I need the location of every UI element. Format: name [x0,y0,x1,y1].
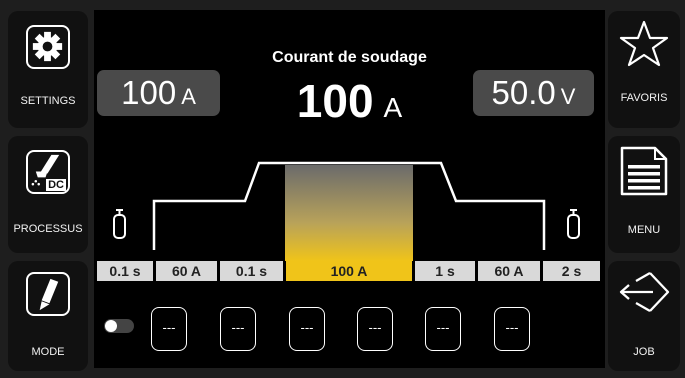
job-slot-1[interactable]: --- [151,307,187,351]
star-icon [619,20,669,67]
pre-gas-icon [113,209,126,239]
job-label: JOB [633,346,655,358]
segment-downslope[interactable]: 1 s [415,261,475,281]
mode-label: MODE [31,346,65,358]
post-gas-icon [567,209,580,239]
settings-button[interactable]: SETTINGS [8,11,88,128]
job-slot-4[interactable]: --- [357,307,393,351]
segment-welding-current[interactable]: 100 A [286,261,412,281]
job-button[interactable]: JOB [608,261,680,371]
segment-start-current[interactable]: 60 A [156,261,217,281]
job-slot-2[interactable]: --- [220,307,256,351]
main-display: 100 A Courant de soudage 100 A 50.0 V 0.… [94,10,605,368]
mode-button[interactable]: MODE [8,261,88,371]
trigger-icon [26,272,70,316]
active-segment-highlight [285,165,413,261]
menu-button[interactable]: MENU [608,136,680,253]
torch-icon: DC [26,150,70,194]
segment-post-gas[interactable]: 2 s [543,261,600,281]
process-button[interactable]: DC PROCESSUS [8,136,88,253]
dc-badge: DC [46,179,66,191]
menu-label: MENU [627,224,661,236]
job-slot-6[interactable]: --- [494,307,530,351]
toggle-knob [105,320,117,332]
favorites-button[interactable]: FAVORIS [608,11,680,128]
segment-upslope[interactable]: 0.1 s [220,261,283,281]
process-label: PROCESSUS [13,223,83,235]
job-slot-3[interactable]: --- [289,307,325,351]
job-slot-5[interactable]: --- [425,307,461,351]
favorites-label: FAVORIS [620,92,668,104]
gear-icon [26,25,70,69]
job-diamond-arrow-icon [619,272,670,312]
segment-end-current[interactable]: 60 A [478,261,540,281]
segment-pre-gas[interactable]: 0.1 s [97,261,153,281]
welding-sequence-graph [113,161,580,261]
settings-label: SETTINGS [20,95,76,107]
job-toggle[interactable] [104,319,134,333]
menu-document-icon [620,146,668,196]
